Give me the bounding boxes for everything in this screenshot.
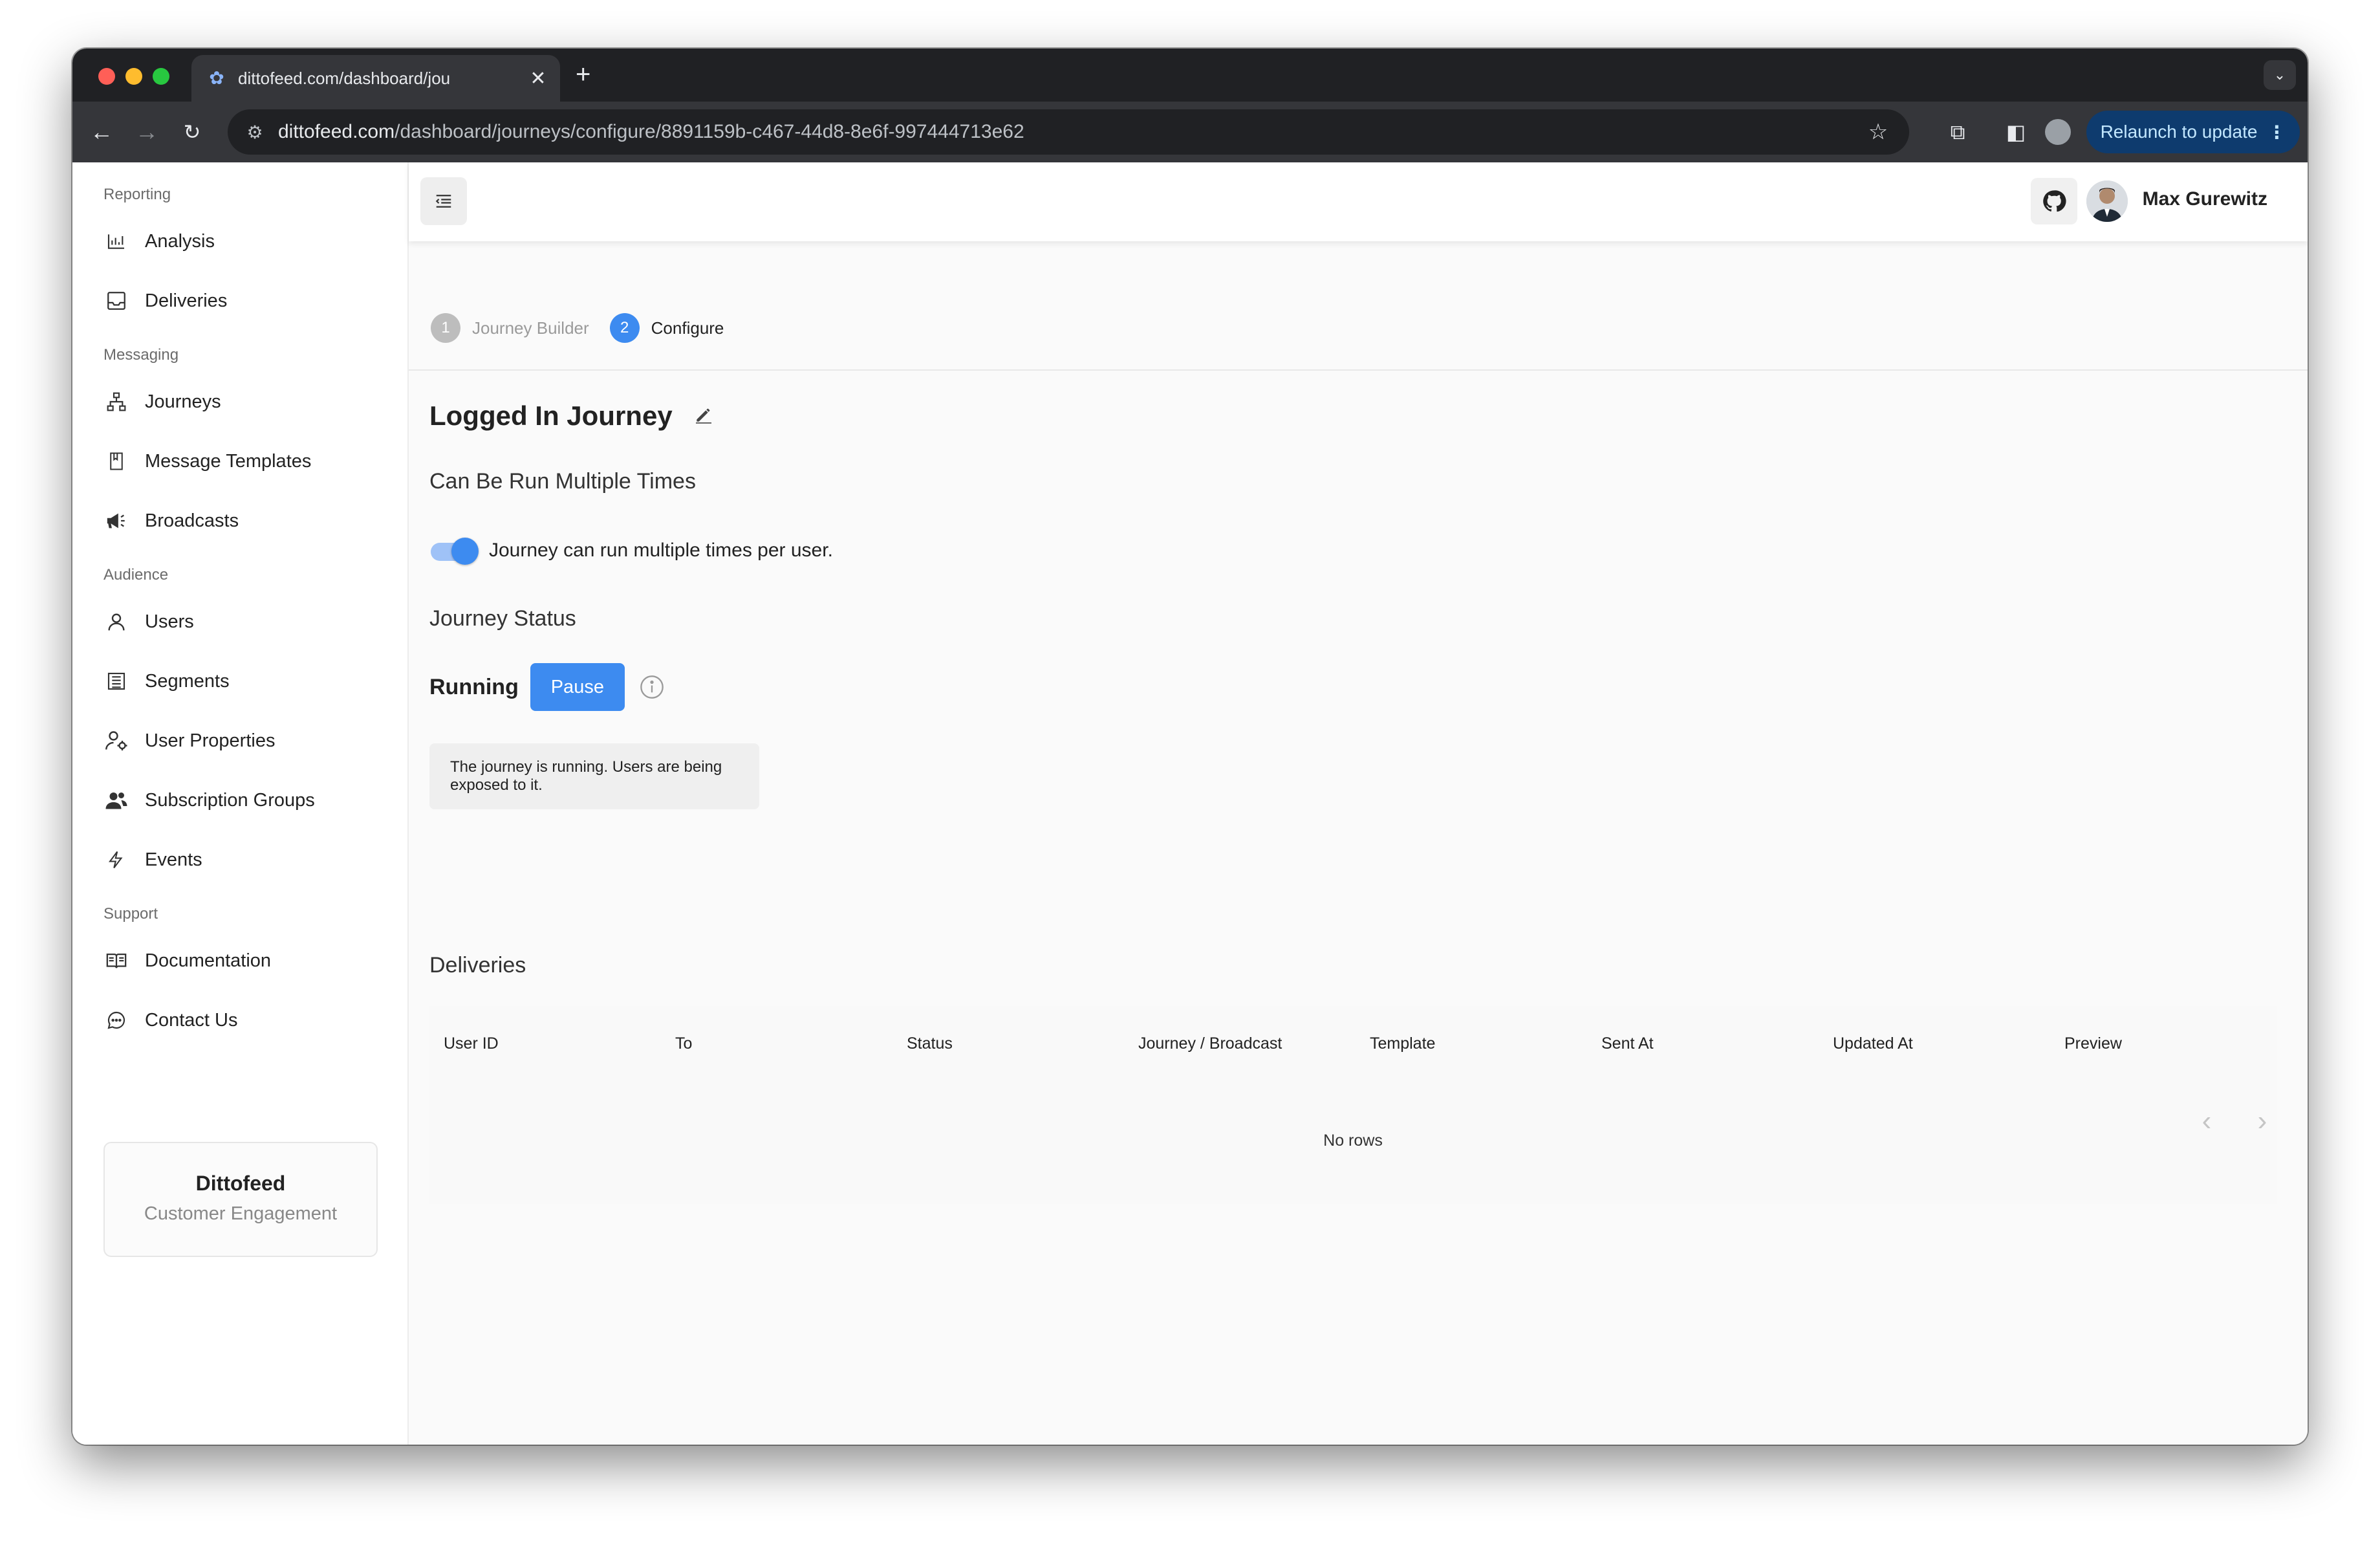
journey-status-row: Running Pause — [429, 663, 665, 711]
status-message: The journey is running. Users are being … — [429, 743, 759, 809]
site-info-icon[interactable]: ⚙ — [242, 122, 268, 143]
brand-name: Dittofeed — [195, 1172, 286, 1195]
tab-close-icon[interactable]: ✕ — [525, 67, 551, 90]
reload-icon[interactable]: ↻ — [176, 116, 208, 148]
relaunch-button[interactable]: Relaunch to update ⋮ — [2086, 111, 2300, 153]
extensions-icon[interactable]: ⧉ — [1943, 117, 1973, 147]
sidebar-item-message-templates[interactable]: Message Templates — [103, 442, 311, 481]
bolt-icon — [103, 847, 129, 873]
info-icon[interactable] — [639, 674, 665, 700]
address-bar[interactable]: ⚙ dittofeed.com/dashboard/journeys/confi… — [228, 109, 1909, 155]
collapse-menu-button[interactable] — [420, 177, 467, 225]
chart-icon — [103, 228, 129, 254]
group-icon — [103, 787, 129, 813]
stepper-divider — [409, 369, 2308, 371]
sidebar-item-documentation[interactable]: Documentation — [103, 941, 271, 980]
sidebar-section-messaging: Messaging — [103, 346, 179, 364]
sitemap-icon — [103, 389, 129, 415]
step-1-label[interactable]: Journey Builder — [472, 318, 589, 338]
edit-pencil-icon[interactable] — [693, 400, 714, 432]
megaphone-icon — [103, 508, 129, 534]
journey-status-heading: Journey Status — [429, 606, 576, 631]
sidebar-item-broadcasts[interactable]: Broadcasts — [103, 501, 239, 540]
sidebar-item-users[interactable]: Users — [103, 602, 194, 641]
user-settings-icon — [103, 728, 129, 754]
tab-strip: ✿ dittofeed.com/dashboard/jou ✕ + ⌄ — [72, 49, 2308, 102]
column-header-journey-broadcast[interactable]: Journey / Broadcast — [1138, 1034, 1282, 1053]
column-header-template[interactable]: Template — [1370, 1034, 1435, 1053]
column-header-updated-at[interactable]: Updated At — [1833, 1034, 1913, 1053]
browser-toolbar: ← → ↻ ⚙ dittofeed.com/dashboard/journeys… — [72, 102, 2308, 162]
deliveries-table: User ID To Status Journey / Broadcast Te… — [429, 1006, 2277, 1204]
sidebar-item-deliveries[interactable]: Deliveries — [103, 281, 227, 320]
sidebar-section-reporting: Reporting — [103, 186, 171, 203]
chat-icon — [103, 1007, 129, 1033]
sidebar-item-events[interactable]: Events — [103, 840, 202, 879]
sidebar-item-user-properties[interactable]: User Properties — [103, 721, 275, 760]
sidebar-item-analysis[interactable]: Analysis — [103, 222, 215, 261]
github-button[interactable] — [2031, 178, 2077, 224]
close-window-button[interactable] — [98, 68, 115, 85]
stepper: 1 Journey Builder 2 Configure — [431, 313, 744, 343]
top-bar: Max Gurewitz — [409, 162, 2308, 241]
app-area: Reporting Analysis Deliveries Messaging … — [72, 162, 2308, 1445]
column-header-status[interactable]: Status — [907, 1034, 953, 1053]
profile-avatar-icon[interactable] — [2045, 119, 2071, 145]
pause-button[interactable]: Pause — [530, 663, 625, 711]
step-1-circle[interactable]: 1 — [431, 313, 460, 343]
document-icon — [103, 448, 129, 474]
user-icon — [103, 609, 129, 635]
sidebar-item-segments[interactable]: Segments — [103, 662, 230, 701]
column-header-preview[interactable]: Preview — [2064, 1034, 2122, 1053]
book-icon — [103, 948, 129, 974]
next-page-icon[interactable]: › — [2249, 1107, 2275, 1135]
github-icon — [2043, 190, 2066, 212]
back-icon[interactable]: ← — [85, 116, 118, 148]
forward-icon[interactable]: → — [131, 116, 163, 148]
inbox-icon — [103, 288, 129, 314]
new-tab-button[interactable]: + — [576, 60, 590, 89]
tab-title: dittofeed.com/dashboard/jou — [238, 68, 451, 88]
sidebar-item-journeys[interactable]: Journeys — [103, 382, 221, 421]
segments-icon — [103, 668, 129, 694]
sidebar-item-subscription-groups[interactable]: Subscription Groups — [103, 781, 315, 820]
multi-run-toggle-row: Journey can run multiple times per user. — [429, 538, 833, 565]
column-header-to[interactable]: To — [675, 1034, 692, 1053]
menu-collapse-icon — [435, 195, 451, 208]
bookmark-star-icon[interactable]: ☆ — [1865, 119, 1891, 145]
column-header-user-id[interactable]: User ID — [444, 1034, 499, 1053]
sidebar-section-audience: Audience — [103, 566, 169, 584]
browser-window: ✿ dittofeed.com/dashboard/jou ✕ + ⌄ ← → … — [72, 49, 2308, 1445]
dittofeed-favicon-icon: ✿ — [209, 68, 224, 88]
column-header-sent-at[interactable]: Sent At — [1601, 1034, 1654, 1053]
tab-search-button[interactable]: ⌄ — [2264, 60, 2296, 90]
sidebar-section-support: Support — [103, 905, 158, 923]
journey-title: Logged In Journey — [429, 400, 673, 431]
step-2-circle[interactable]: 2 — [609, 313, 640, 343]
brand-tagline: Customer Engagement — [144, 1203, 338, 1224]
url-text: dittofeed.com/dashboard/journeys/configu… — [278, 121, 1024, 142]
previous-page-icon[interactable]: ‹ — [2194, 1107, 2220, 1135]
step-2-label[interactable]: Configure — [651, 318, 724, 338]
more-menu-icon[interactable]: ⋮ — [2267, 122, 2286, 143]
empty-table-message: No rows — [1323, 1131, 1383, 1150]
side-panel-icon[interactable]: ◧ — [2001, 117, 2031, 147]
multi-run-toggle-label: Journey can run multiple times per user. — [489, 540, 833, 561]
multi-run-toggle[interactable] — [429, 538, 479, 565]
minimize-window-button[interactable] — [125, 68, 142, 85]
sidebar-item-contact-us[interactable]: Contact Us — [103, 1001, 237, 1040]
sidebar: Reporting Analysis Deliveries Messaging … — [72, 162, 409, 1445]
brand-card: Dittofeed Customer Engagement — [103, 1142, 378, 1257]
user-name: Max Gurewitz — [2142, 188, 2267, 210]
browser-tab[interactable]: ✿ dittofeed.com/dashboard/jou ✕ — [191, 55, 560, 102]
multi-run-heading: Can Be Run Multiple Times — [429, 469, 696, 494]
journey-title-row: Logged In Journey — [429, 400, 714, 432]
maximize-window-button[interactable] — [153, 68, 169, 85]
avatar[interactable] — [2086, 180, 2128, 222]
status-value: Running — [429, 674, 519, 699]
deliveries-heading: Deliveries — [429, 953, 526, 978]
